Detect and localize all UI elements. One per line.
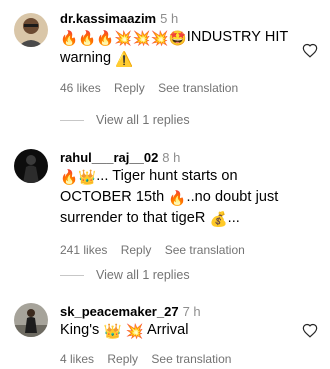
warning-icon: ⚠️ — [115, 52, 134, 68]
comment-text-part: surrender to that tigeR — [60, 210, 206, 226]
fire-icon: 🔥 — [96, 31, 115, 47]
crown-icon: 👑 — [78, 170, 97, 186]
view-replies-label: View all 1 replies — [96, 268, 190, 282]
see-translation-link[interactable]: See translation — [151, 352, 231, 366]
heart-icon[interactable] — [302, 323, 318, 338]
view-replies-button[interactable]: View all 1 replies — [60, 113, 190, 127]
avatar-image — [14, 13, 48, 47]
avatar[interactable] — [14, 13, 48, 47]
likes-count[interactable]: 241 likes — [60, 243, 107, 257]
collision-icon: 💥 — [150, 31, 169, 47]
comment-text-part: ... Tiger hunt starts on — [96, 168, 238, 184]
comment-text-part: INDUSTRY HIT — [186, 29, 289, 45]
timestamp: 8 h — [162, 150, 181, 165]
see-translation-link[interactable]: See translation — [165, 243, 245, 257]
comment-text-part: Arrival — [147, 322, 189, 338]
fire-icon: 🔥 — [60, 170, 79, 186]
avatar[interactable] — [14, 303, 48, 337]
collision-icon: 💥 — [132, 31, 151, 47]
avatar-image — [14, 303, 48, 337]
divider — [60, 274, 84, 276]
comment-text-part: ... — [227, 210, 240, 226]
comment-text-part: OCTOBER 15th — [60, 189, 165, 205]
fire-icon: 🔥 — [78, 31, 97, 47]
avatar-image — [14, 149, 48, 183]
username[interactable]: rahul___raj__02 — [60, 150, 158, 165]
crown-icon: 👑 — [103, 324, 122, 340]
view-replies-label: View all 1 replies — [96, 113, 190, 127]
comment-text-part: warning — [60, 50, 112, 66]
comment-actions: 241 likes Reply See translation — [60, 242, 302, 258]
avatar[interactable] — [14, 149, 48, 183]
comment-text: 🔥🔥🔥💥💥💥🤩INDUSTRY HIT warning ⚠️ — [60, 28, 302, 70]
reply-button[interactable]: Reply — [107, 352, 138, 366]
star-struck-icon: 🤩 — [168, 31, 187, 47]
reply-button[interactable]: Reply — [114, 81, 145, 95]
username[interactable]: dr.kassimaazim — [60, 11, 156, 26]
comment-text: 🔥👑... Tiger hunt starts on OCTOBER 15th … — [60, 167, 302, 230]
likes-count[interactable]: 4 likes — [60, 352, 94, 366]
comment-text-part: ..no doubt just — [186, 189, 279, 205]
timestamp: 5 h — [160, 11, 179, 26]
reply-button[interactable]: Reply — [121, 243, 152, 257]
comment-text-part: King's — [60, 322, 100, 338]
see-translation-link[interactable]: See translation — [158, 81, 238, 95]
sparkle-icon: 💥 — [125, 324, 144, 340]
view-replies-button[interactable]: View all 1 replies — [60, 268, 190, 282]
money-bag-icon: 💰 — [209, 212, 228, 228]
username[interactable]: sk_peacemaker_27 — [60, 304, 179, 319]
heart-icon[interactable] — [302, 43, 318, 58]
comment-actions: 46 likes Reply See translation — [60, 80, 302, 96]
comment-text: King's 👑 💥 Arrival — [60, 321, 302, 342]
fire-icon: 🔥 — [168, 191, 187, 207]
comment-actions: 4 likes Reply See translation — [60, 351, 302, 367]
likes-count[interactable]: 46 likes — [60, 81, 101, 95]
fire-icon: 🔥 — [60, 31, 79, 47]
divider — [60, 119, 84, 121]
timestamp: 7 h — [182, 304, 201, 319]
collision-icon: 💥 — [114, 31, 133, 47]
